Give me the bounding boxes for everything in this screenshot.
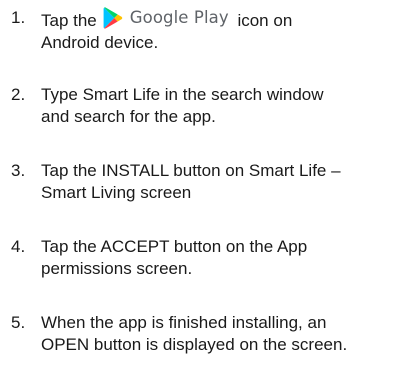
step-number: 4. xyxy=(11,237,26,256)
step-text-before-icon: Tap the xyxy=(41,11,97,30)
step-line-1: Tap the Google Play icon on xyxy=(41,7,411,32)
instructions-page: 1. Tap the Google Play icon on Android d… xyxy=(0,0,420,387)
step-line-1: Type Smart Life in the search window xyxy=(41,85,324,104)
step-line-2: Android device. xyxy=(41,33,159,52)
step-text: Tap the Google Play icon on Android devi… xyxy=(41,7,411,54)
step-text: Tap the INSTALL button on Smart Life – S… xyxy=(41,160,411,204)
step-text: When the app is finished installing, an … xyxy=(41,312,411,356)
step-line-2: OPEN button is displayed on the screen. xyxy=(41,335,348,354)
step-line-1: When the app is finished installing, an xyxy=(41,313,327,332)
step-line-1: Tap the ACCEPT button on the App xyxy=(41,237,308,256)
step-text-after-icon: icon on xyxy=(237,11,293,30)
step-number: 2. xyxy=(11,85,26,104)
step-text: Tap the ACCEPT button on the App permiss… xyxy=(41,236,411,280)
step-number: 5. xyxy=(11,313,26,332)
step-line-2: Smart Living screen xyxy=(41,183,192,202)
google-play-label: Google Play xyxy=(129,8,229,27)
step-line-2: and search for the app. xyxy=(41,107,216,126)
step-number: 1. xyxy=(11,8,26,27)
step-number: 3. xyxy=(11,161,26,180)
google-play-badge: Google Play xyxy=(103,7,229,29)
step-line-2: permissions screen. xyxy=(41,259,193,278)
google-play-logo-icon xyxy=(103,7,123,29)
step-text: Type Smart Life in the search window and… xyxy=(41,84,411,128)
step-line-1: Tap the INSTALL button on Smart Life – xyxy=(41,161,341,180)
